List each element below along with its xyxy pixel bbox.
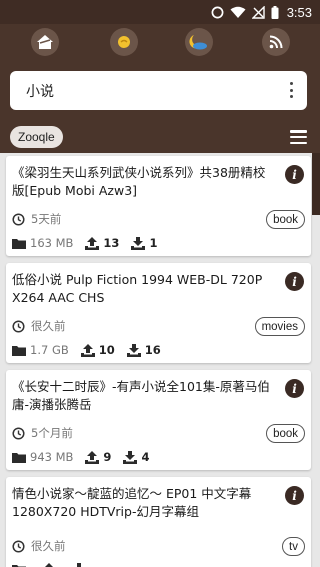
result-time: 很久前 bbox=[31, 539, 66, 553]
sun-icon bbox=[118, 36, 130, 48]
home-icon bbox=[37, 35, 53, 49]
result-time: 很久前 bbox=[31, 319, 66, 333]
rss-icon bbox=[269, 35, 283, 49]
seeders-count: 9 bbox=[103, 450, 112, 464]
engine-chip[interactable]: Zooqle bbox=[10, 126, 63, 148]
download-icon bbox=[126, 343, 141, 357]
upload-icon bbox=[45, 563, 53, 567]
result-card[interactable]: 低俗小说 Pulp Fiction 1994 WEB-DL 720P X264 … bbox=[6, 263, 311, 363]
category-tag[interactable]: tv bbox=[282, 537, 305, 556]
result-stats-row bbox=[12, 563, 102, 567]
leechers-count: 16 bbox=[144, 343, 161, 357]
result-card[interactable]: 《梁羽生天山系列武侠小说系列》共38册精校版[Epub Mobi Azw3] i… bbox=[6, 156, 311, 256]
home-button[interactable] bbox=[31, 28, 59, 56]
download-icon bbox=[123, 450, 138, 464]
result-time: 5天前 bbox=[31, 212, 62, 226]
upload-icon bbox=[80, 343, 95, 357]
day-mode-button[interactable] bbox=[110, 28, 138, 56]
result-time-row: 很久前 bbox=[12, 318, 66, 334]
result-time-row: 5天前 bbox=[12, 211, 61, 227]
result-title: 《梁羽生天山系列武侠小说系列》共38册精校版[Epub Mobi Azw3] bbox=[12, 165, 266, 198]
result-size: 1.7 GB bbox=[30, 343, 69, 357]
search-query: 小说 bbox=[26, 83, 54, 100]
circle-status-icon bbox=[211, 6, 224, 18]
battery-icon bbox=[271, 5, 279, 19]
info-icon[interactable]: i bbox=[285, 272, 304, 291]
category-tag[interactable]: book bbox=[266, 210, 305, 229]
folder-icon bbox=[12, 452, 26, 463]
upload-icon bbox=[85, 450, 100, 464]
leechers-count: 1 bbox=[149, 236, 158, 250]
status-time: 3:53 bbox=[286, 4, 312, 20]
status-bar: 3:53 bbox=[0, 0, 320, 24]
seeders-count: 13 bbox=[103, 236, 120, 250]
folder-icon bbox=[12, 345, 26, 356]
result-card[interactable]: 情色小说家〜靛蓝的追忆〜 EP01 中文字幕 1280X720 HDTVrip-… bbox=[6, 477, 311, 567]
download-icon bbox=[131, 236, 146, 250]
result-stats-row: 163 MB 13 1 bbox=[12, 236, 169, 250]
info-icon[interactable]: i bbox=[285, 165, 304, 184]
result-time: 5个月前 bbox=[31, 426, 73, 440]
result-time-row: 很久前 bbox=[12, 538, 66, 554]
wifi-icon bbox=[230, 6, 246, 18]
folder-icon bbox=[12, 238, 26, 249]
upload-icon bbox=[85, 236, 100, 250]
info-icon[interactable]: i bbox=[285, 486, 304, 505]
result-list[interactable]: 《梁羽生天山系列武侠小说系列》共38册精校版[Epub Mobi Azw3] i… bbox=[0, 153, 320, 567]
result-size: 163 MB bbox=[30, 236, 74, 250]
result-size: 943 MB bbox=[30, 450, 74, 464]
clock-icon bbox=[12, 319, 25, 333]
result-title: 《长安十二时辰》-有声小说全101集-原著马伯庸-演播张腾岳 bbox=[12, 379, 270, 412]
result-stats-row: 1.7 GB 10 16 bbox=[12, 343, 173, 357]
night-mode-button[interactable] bbox=[185, 28, 213, 56]
result-card[interactable]: 《长安十二时辰》-有声小说全101集-原著马伯庸-演播张腾岳 i 5个月前 bo… bbox=[6, 370, 311, 470]
clock-icon bbox=[12, 212, 25, 226]
result-time-row: 5个月前 bbox=[12, 425, 73, 441]
clock-icon bbox=[12, 539, 25, 553]
rss-button[interactable] bbox=[262, 28, 290, 56]
category-tag[interactable]: book bbox=[266, 424, 305, 443]
signal-off-icon bbox=[251, 5, 265, 19]
seeders-count: 10 bbox=[98, 343, 115, 357]
leechers-count: 4 bbox=[141, 450, 150, 464]
scrollbar-thumb[interactable] bbox=[312, 153, 320, 215]
search-field[interactable]: 小说 bbox=[10, 71, 307, 110]
night-icon bbox=[189, 35, 207, 50]
download-icon bbox=[74, 563, 84, 567]
result-title: 低俗小说 Pulp Fiction 1994 WEB-DL 720P X264 … bbox=[12, 272, 263, 305]
clock-icon bbox=[12, 426, 25, 440]
category-tag[interactable]: movies bbox=[254, 317, 305, 336]
search-more-icon[interactable] bbox=[289, 82, 293, 98]
result-title: 情色小说家〜靛蓝的追忆〜 EP01 中文字幕 1280X720 HDTVrip-… bbox=[12, 486, 252, 519]
toolbar bbox=[0, 28, 320, 58]
info-icon[interactable]: i bbox=[285, 379, 304, 398]
result-stats-row: 943 MB 9 4 bbox=[12, 450, 161, 464]
menu-icon[interactable] bbox=[290, 130, 307, 144]
